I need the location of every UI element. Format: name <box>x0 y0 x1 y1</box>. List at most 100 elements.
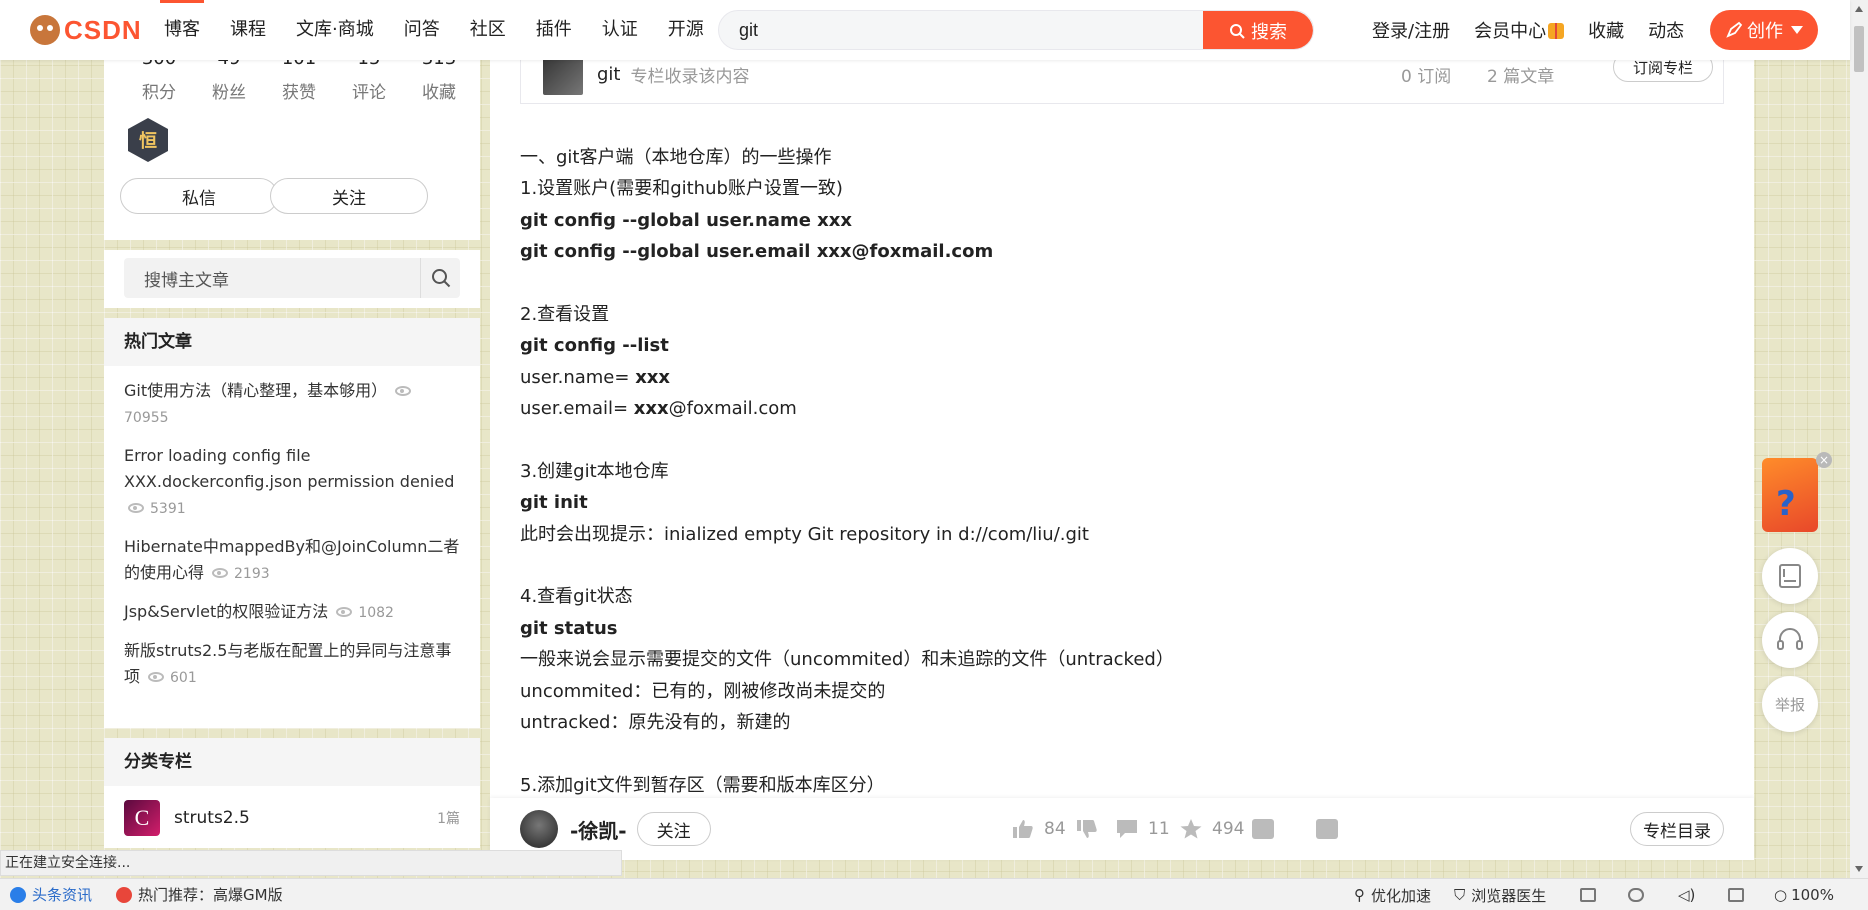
customer-service-button[interactable] <box>1762 612 1818 668</box>
article-line: user.email= xxx@foxmail.com <box>520 393 1520 424</box>
nav-certification[interactable]: 认证 <box>602 0 638 60</box>
message-button[interactable]: 私信 <box>120 178 278 214</box>
download-tool[interactable] <box>1580 879 1596 910</box>
favorites-link[interactable]: 收藏 <box>1588 17 1624 43</box>
hot-article[interactable]: Error loading config file XXX.dockerconf… <box>124 443 460 522</box>
hot-article-views: 601 <box>170 670 197 686</box>
persistence-badge-icon[interactable]: 恒 <box>128 118 168 162</box>
speed-up[interactable]: ⚲ 优化加速 <box>1354 879 1431 910</box>
column-article-count: 2 篇文章 <box>1487 67 1555 87</box>
eye-icon <box>336 607 353 617</box>
eye-icon <box>395 386 412 396</box>
scroll-up-icon[interactable] <box>1850 0 1868 18</box>
article-text: 一般来说会显示需要提交的文件（uncommited）和未追踪的文件（untrac… <box>520 649 1174 671</box>
notepad-icon <box>1779 564 1801 588</box>
magnifier-icon: ○ <box>1774 886 1788 904</box>
browser-statusbar: 头条资讯 热门推荐：高爆GM版 ⚲ 优化加速 ⛉ 浏览器医生 ◁) ○ 100% <box>0 878 1868 910</box>
close-icon[interactable]: × <box>1816 452 1832 468</box>
window-tool[interactable] <box>1728 879 1744 910</box>
search-button[interactable]: 搜索 <box>1203 11 1313 49</box>
blog-search-placeholder: 搜博主文章 <box>144 270 229 291</box>
sound-tool[interactable]: ◁) <box>1678 879 1695 910</box>
article-line: user.name= xxx <box>520 362 1520 393</box>
article-line: 5.添加git文件到暂存区（需要和版本库区分） <box>520 770 1520 801</box>
scroll-thumb[interactable] <box>1854 26 1864 72</box>
column-name[interactable]: git <box>597 64 620 85</box>
nav-blog[interactable]: 博客 <box>160 0 204 60</box>
headline-news[interactable]: 头条资讯 <box>10 884 92 905</box>
search-input[interactable] <box>719 11 1203 49</box>
vip-center-link[interactable]: 会员中心 <box>1474 17 1565 43</box>
article-text: 此时会出现提示：inialized empty Git repository i… <box>520 523 1089 545</box>
share-button[interactable] <box>1316 798 1348 860</box>
activity-link[interactable]: 动态 <box>1648 17 1684 43</box>
search-button-label: 搜索 <box>1251 22 1287 43</box>
write-note-button[interactable] <box>1762 548 1818 604</box>
nav-library-mall[interactable]: 文库·商城 <box>296 0 374 60</box>
hot-article[interactable]: Jsp&Servlet的权限验证方法 1082 <box>124 599 460 626</box>
code-command: git config --global user.name xxx <box>520 209 853 231</box>
article-panel: git 专栏收录该内容 0 订阅 2 篇文章 订阅专栏 一、git客户端（本地仓… <box>490 46 1754 860</box>
chevron-down-icon <box>1791 26 1803 34</box>
hot-article-title: Git使用方法（精心整理，基本够用） <box>124 381 388 400</box>
hot-articles-title: 热门文章 <box>104 318 480 366</box>
nav-plugins[interactable]: 插件 <box>536 0 572 60</box>
promo-ad[interactable]: × <box>1762 452 1832 536</box>
article-text: uncommited：已有的，刚被修改尚未提交的 <box>520 680 886 702</box>
site-search: 搜索 <box>718 10 1314 50</box>
blog-search-box[interactable]: 搜博主文章 <box>124 258 460 298</box>
login-link[interactable]: 登录/注册 <box>1372 17 1450 43</box>
column-toc-button[interactable]: 专栏目录 <box>1630 812 1724 846</box>
share-icon <box>1316 819 1338 839</box>
article-line: git init <box>520 487 1520 518</box>
news-icon <box>10 886 26 903</box>
hot-article[interactable]: Git使用方法（精心整理，基本够用） 70955 <box>124 378 460 431</box>
vr-icon <box>1628 888 1644 902</box>
article-body: 一、git客户端（本地仓库）的一些操作 1.设置账户(需要和github账户设置一… <box>520 142 1520 801</box>
hot-article[interactable]: Hibernate中mappedBy和@JoinColumn二者的使用心得 219… <box>124 534 460 587</box>
nav-opensource[interactable]: 开源 <box>668 0 704 60</box>
article-toolbar: -徐凯- 关注 84 11 494 专栏目录 <box>490 798 1754 860</box>
create-button[interactable]: 创作 <box>1710 10 1818 50</box>
author-name[interactable]: -徐凯- <box>570 815 627 844</box>
author-avatar[interactable] <box>520 810 558 848</box>
hot-recommend[interactable]: 热门推荐：高爆GM版 <box>116 884 283 905</box>
column-note: 专栏收录该内容 <box>630 67 750 87</box>
column-thumbnail[interactable] <box>543 54 583 95</box>
article-line: git config --global user.email xxx@foxma… <box>520 236 1520 267</box>
article-text: 5.添加git文件到暂存区（需要和版本库区分） <box>520 774 885 796</box>
like-button[interactable]: 84 <box>1012 798 1066 860</box>
stat-label: 获赞 <box>282 83 316 103</box>
follow-author-button[interactable]: 关注 <box>270 178 428 214</box>
category-item[interactable]: C struts2.5 1篇 <box>104 786 480 836</box>
page-scrollbar[interactable] <box>1850 0 1868 878</box>
thumbs-up-icon <box>1013 820 1033 838</box>
hot-article[interactable]: 新版struts2.5与老版在配置上的异同与注意事项 601 <box>124 638 460 691</box>
reward-button[interactable] <box>1252 798 1284 860</box>
stat-label: 积分 <box>142 83 176 103</box>
favorite-button[interactable]: 494 <box>1180 798 1244 860</box>
blog-search-button[interactable] <box>420 258 460 298</box>
star-icon <box>1180 819 1202 839</box>
article-line: git status <box>520 613 1520 644</box>
hot-article-views: 1082 <box>358 605 394 621</box>
vr-tool[interactable] <box>1628 879 1644 910</box>
browser-doctor-label: 浏览器医生 <box>1471 886 1547 905</box>
dislike-button[interactable] <box>1076 798 1098 860</box>
article-text: 4.查看git状态 <box>520 586 633 608</box>
article-blank-line <box>520 738 1520 769</box>
article-line: 1.设置账户(需要和github账户设置一致) <box>520 173 1520 204</box>
nav-community[interactable]: 社区 <box>470 0 506 60</box>
report-button[interactable]: 举报 <box>1762 676 1818 732</box>
browser-doctor[interactable]: ⛉ 浏览器医生 <box>1454 879 1546 910</box>
main-nav: 博客 课程 文库·商城 问答 社区 插件 认证 开源 <box>160 0 734 60</box>
scroll-down-icon[interactable] <box>1850 860 1868 878</box>
zoom-control[interactable]: ○ 100% <box>1774 879 1834 910</box>
article-line: uncommited：已有的，刚被修改尚未提交的 <box>520 676 1520 707</box>
nav-qa[interactable]: 问答 <box>404 0 440 60</box>
nav-courses[interactable]: 课程 <box>230 0 266 60</box>
csdn-logo[interactable]: CSDN <box>30 15 150 46</box>
comment-button[interactable]: 11 <box>1116 798 1170 860</box>
browser-loading-status: 正在建立安全连接... <box>0 850 622 876</box>
follow-button[interactable]: 关注 <box>636 812 711 846</box>
